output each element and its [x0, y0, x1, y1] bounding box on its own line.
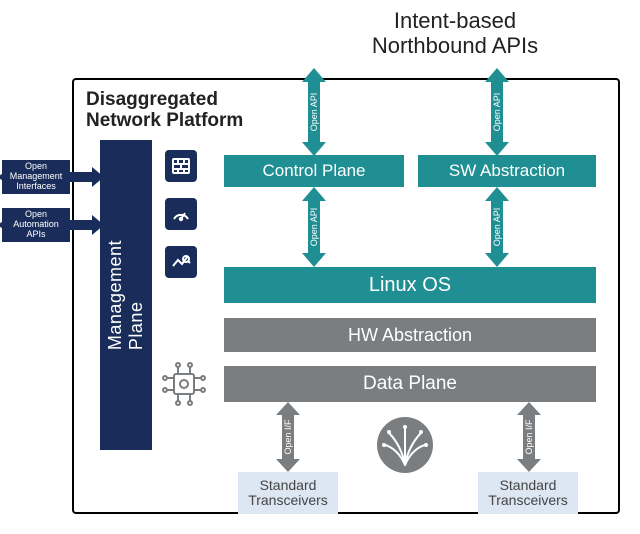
api-arrow-top-right: Open API: [482, 68, 512, 156]
api-arrow-top-left-label: Open API: [309, 93, 319, 132]
open-mgmt-label2: Open Management Interfaces: [2, 162, 70, 192]
api-arrow-mid-right: Open API: [482, 187, 512, 267]
api-arrow-top-right-label: Open API: [492, 93, 502, 132]
sw-abstraction-label: SW Abstraction: [449, 161, 565, 181]
linux-os-layer: Linux OS: [224, 267, 596, 303]
transceivers-right-label: Standard Transceivers: [488, 478, 568, 509]
sw-abstraction-layer: SW Abstraction: [418, 155, 596, 187]
firewall-icon: [165, 150, 197, 182]
if-arrow-right-label: Open I/F: [524, 419, 534, 454]
api-arrow-mid-right-label: Open API: [492, 208, 502, 247]
if-arrow-left-label: Open I/F: [283, 419, 293, 454]
transceivers-right: Standard Transceivers: [478, 472, 578, 514]
diagram-title: Intent-based Northbound APIs: [290, 8, 620, 59]
management-plane-label: Management Plane: [105, 240, 147, 350]
chip-icon: [160, 360, 208, 413]
control-plane-label: Control Plane: [262, 161, 365, 181]
fiber-icon: [375, 415, 435, 480]
if-arrow-right: Open I/F: [514, 402, 544, 472]
data-plane-layer: Data Plane: [224, 366, 596, 402]
api-arrow-mid-left-label: Open API: [309, 208, 319, 247]
linux-os-label: Linux OS: [369, 274, 451, 297]
transceivers-left: Standard Transceivers: [238, 472, 338, 514]
hw-abstraction-layer: HW Abstraction: [224, 318, 596, 352]
hw-abstraction-label: HW Abstraction: [348, 325, 472, 346]
api-arrow-top-left: Open API: [299, 68, 329, 156]
api-arrow-mid-left: Open API: [299, 187, 329, 267]
gauge-icon: [165, 198, 197, 230]
chart-icon: [165, 246, 197, 278]
platform-title: Disaggregated Network Platform: [86, 90, 243, 132]
transceivers-left-label: Standard Transceivers: [248, 478, 328, 509]
if-arrow-left: Open I/F: [273, 402, 303, 472]
diagram-canvas: Intent-based Northbound APIs Disaggregat…: [0, 0, 640, 534]
data-plane-label: Data Plane: [363, 373, 457, 395]
control-plane-layer: Control Plane: [224, 155, 404, 187]
open-mgmt-badge2: Open Management Interfaces: [2, 160, 70, 194]
management-plane: Management Plane: [100, 140, 152, 450]
open-auto-badge: Open Automation APIs: [2, 208, 70, 242]
open-auto-label: Open Automation APIs: [2, 210, 70, 240]
